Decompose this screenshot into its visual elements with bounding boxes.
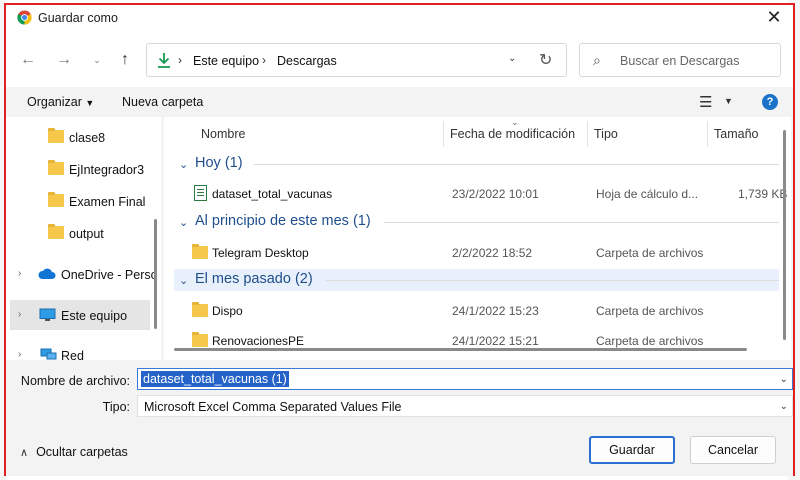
column-header-type[interactable]: Tipo	[594, 127, 618, 141]
network-icon	[40, 348, 57, 360]
navigation-bar: ← → ⌄ ↑ › Este equipo › Descargas ⌄ ↻ ⌕ …	[6, 31, 793, 87]
file-row[interactable]: dataset_total_vacunas 23/2/2022 10:01 Ho…	[174, 181, 787, 205]
folder-icon	[48, 224, 64, 239]
filename-value: dataset_total_vacunas (1)	[141, 371, 289, 387]
breadcrumb-downloads[interactable]: Descargas	[277, 54, 337, 68]
cloud-icon	[38, 268, 56, 279]
expand-chevron-icon[interactable]: ›	[18, 309, 21, 320]
collapse-chevron-icon: ⌄	[179, 159, 189, 171]
column-divider[interactable]	[587, 121, 588, 147]
folder-icon	[48, 160, 64, 175]
breadcrumb-separator-icon: ›	[262, 53, 266, 67]
close-button[interactable]: ✕	[761, 6, 787, 30]
forward-arrow-icon: →	[56, 51, 72, 68]
column-divider[interactable]	[707, 121, 708, 147]
nav-folder-examen-final[interactable]: Examen Final	[6, 186, 146, 216]
folder-icon	[192, 302, 208, 317]
chevron-down-icon: ⌄	[93, 55, 101, 65]
help-icon[interactable]: ?	[762, 94, 778, 110]
caret-down-icon: ▼	[85, 98, 95, 108]
nav-folder-clase8[interactable]: clase8	[6, 122, 146, 152]
save-as-dialog: Guardar como ✕ ← → ⌄ ↑ › Este equipo › D…	[4, 3, 795, 476]
navigation-pane: clase8 EjIntegrador3 Examen Final output…	[6, 117, 161, 360]
search-icon: ⌕	[593, 52, 601, 68]
close-icon: ✕	[766, 7, 782, 27]
recent-locations-button[interactable]: ⌄	[85, 49, 109, 71]
nav-item-network[interactable]: › Red	[6, 340, 146, 360]
group-header[interactable]: ⌄ Hoy (1)	[174, 153, 779, 175]
file-row[interactable]: Dispo 24/1/2022 15:23 Carpeta de archivo…	[174, 298, 779, 322]
collapse-chevron-icon: ⌄	[179, 275, 189, 287]
nav-item-this-pc[interactable]: › Este equipo	[10, 300, 150, 330]
command-bar: Organizar ▼ Nueva carpeta ☰ ▼ ?	[6, 87, 793, 117]
file-list: ⌄ Nombre Fecha de modificación Tipo Tama…	[164, 117, 791, 360]
group-divider	[326, 280, 779, 281]
nav-folder-output[interactable]: output	[6, 218, 146, 248]
file-list-horizontal-scrollbar[interactable]	[174, 348, 747, 351]
filename-label: Nombre de archivo:	[20, 374, 130, 388]
forward-button[interactable]: →	[52, 49, 76, 71]
filename-input[interactable]: dataset_total_vacunas (1) ⌄	[137, 368, 793, 390]
search-box[interactable]: ⌕ Buscar en Descargas	[579, 43, 781, 77]
nav-folder-ejintegrador3[interactable]: EjIntegrador3	[6, 154, 146, 184]
folder-icon	[48, 192, 64, 207]
column-header-date[interactable]: Fecha de modificación	[450, 127, 575, 141]
folder-icon	[192, 332, 208, 347]
spreadsheet-icon	[194, 185, 207, 201]
folder-icon	[48, 128, 64, 143]
expand-chevron-icon[interactable]: ›	[18, 268, 21, 279]
chevron-up-icon: ∧	[20, 447, 29, 459]
group-header[interactable]: ⌄ El mes pasado (2)	[174, 269, 779, 291]
column-header-name[interactable]: Nombre	[201, 127, 245, 141]
group-divider	[384, 222, 779, 223]
hide-folders-toggle[interactable]: ∧ Ocultar carpetas	[20, 445, 128, 459]
group-header[interactable]: ⌄ Al principio de este mes (1)	[174, 211, 779, 233]
chrome-icon	[17, 10, 32, 25]
group-divider	[254, 164, 779, 165]
file-type-value: Microsoft Excel Comma Separated Values F…	[144, 400, 402, 414]
address-bar[interactable]: › Este equipo › Descargas ⌄ ↻	[146, 43, 567, 77]
back-arrow-icon: ←	[20, 51, 36, 68]
cancel-button[interactable]: Cancelar	[690, 436, 776, 464]
refresh-icon[interactable]: ↻	[539, 50, 552, 70]
file-row[interactable]: Telegram Desktop 2/2/2022 18:52 Carpeta …	[174, 240, 779, 264]
chevron-down-icon: ⌄	[779, 401, 788, 412]
column-header-size[interactable]: Tamaño	[714, 127, 758, 141]
breadcrumb-separator-icon: ›	[178, 53, 182, 67]
save-button[interactable]: Guardar	[589, 436, 675, 464]
search-placeholder: Buscar en Descargas	[620, 54, 740, 68]
column-divider[interactable]	[443, 121, 444, 147]
organize-menu[interactable]: Organizar ▼	[27, 95, 94, 109]
new-folder-button[interactable]: Nueva carpeta	[122, 95, 203, 109]
file-type-label: Tipo:	[102, 400, 130, 414]
download-icon	[158, 53, 170, 68]
view-options-icon[interactable]: ☰	[699, 93, 712, 111]
back-button[interactable]: ←	[16, 49, 40, 71]
computer-icon	[39, 308, 56, 321]
nav-pane-scrollbar[interactable]	[154, 219, 157, 329]
up-button[interactable]: ↑	[113, 49, 137, 71]
view-dropdown-icon[interactable]: ▼	[724, 96, 733, 106]
folder-icon	[192, 244, 208, 259]
up-arrow-icon: ↑	[121, 51, 129, 68]
expand-chevron-icon[interactable]: ›	[18, 349, 21, 360]
file-list-vertical-scrollbar[interactable]	[783, 130, 786, 340]
file-type-select[interactable]: Microsoft Excel Comma Separated Values F…	[137, 395, 793, 417]
title-bar: Guardar como ✕	[6, 5, 793, 31]
collapse-chevron-icon: ⌄	[179, 217, 189, 229]
dialog-title: Guardar como	[38, 11, 118, 25]
breadcrumb-this-pc[interactable]: Este equipo	[193, 54, 259, 68]
address-dropdown-icon[interactable]: ⌄	[508, 53, 516, 64]
dialog-footer: ∧ Ocultar carpetas Guardar Cancelar	[6, 425, 793, 476]
nav-item-onedrive[interactable]: › OneDrive - Perso	[6, 259, 158, 289]
chevron-down-icon[interactable]: ⌄	[780, 374, 788, 385]
